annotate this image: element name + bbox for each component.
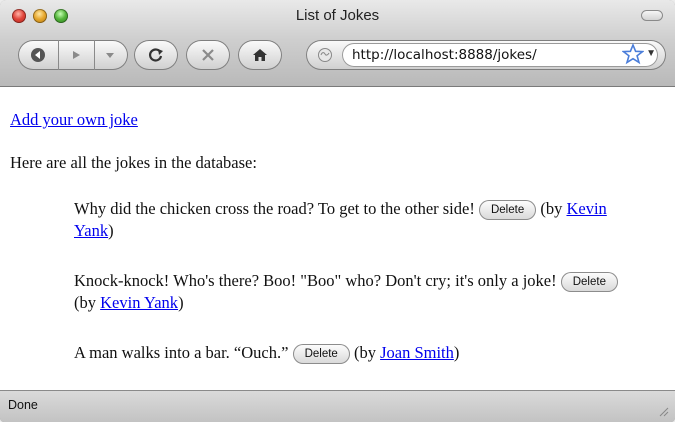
home-button[interactable] (238, 40, 282, 70)
jokes-intro-text: Here are all the jokes in the database: (10, 153, 257, 172)
author-link[interactable]: Joan Smith (380, 343, 454, 362)
browser-window: List of Jokes http://localhost:8888/joke… (0, 0, 675, 422)
address-bar: http://localhost:8888/jokes/ ▼ (306, 40, 666, 70)
joke-text: A man walks into a bar. “Ouch.” (74, 343, 289, 362)
url-field[interactable]: http://localhost:8888/jokes/ (342, 43, 658, 67)
joke-text: Knock-knock! Who's there? Boo! "Boo" who… (74, 271, 557, 290)
stop-icon (202, 49, 214, 61)
back-button[interactable] (18, 40, 59, 70)
resize-grip-icon[interactable] (657, 405, 669, 417)
joke-text: Why did the chicken cross the road? To g… (74, 199, 475, 218)
forward-button[interactable] (58, 40, 95, 70)
by-suffix: ) (108, 221, 114, 241)
title-bar: List of Jokes http://localhost:8888/joke… (0, 0, 675, 87)
url-dropdown-icon[interactable]: ▼ (646, 48, 656, 59)
history-dropdown-button[interactable] (95, 40, 125, 70)
history-dropdown-icon (106, 53, 114, 58)
joke-item: Why did the chicken cross the road? To g… (74, 198, 634, 242)
by-suffix: ) (178, 293, 184, 313)
author-link[interactable]: Kevin Yank (100, 293, 178, 312)
delete-button[interactable]: Delete (292, 344, 350, 365)
page-content: Add your own joke Here are all the jokes… (0, 87, 675, 390)
by-suffix: ) (453, 343, 460, 362)
delete-button[interactable]: Delete (478, 200, 537, 221)
by-prefix: (by (540, 199, 563, 218)
stop-button[interactable] (186, 40, 230, 70)
site-icon (318, 48, 332, 62)
window-title: List of Jokes (295, 7, 380, 24)
by-prefix: (by (353, 343, 376, 362)
navigation-button-group (18, 40, 128, 70)
home-icon (253, 49, 267, 61)
reload-icon (149, 48, 163, 62)
forward-icon (73, 51, 80, 59)
back-icon (31, 48, 45, 62)
joke-item: Knock-knock! Who's there? Boo! "Boo" who… (74, 270, 634, 314)
reload-button[interactable] (134, 40, 178, 70)
joke-item: A man walks into a bar. “Ouch.” Delete (… (74, 342, 634, 365)
status-bar: Done (0, 390, 675, 422)
toolbar-toggle-button[interactable] (641, 10, 663, 21)
by-prefix: (by (74, 293, 96, 313)
status-text: Done (8, 398, 38, 412)
delete-button[interactable]: Delete (560, 272, 618, 293)
bookmark-star-icon[interactable] (622, 43, 644, 65)
site-info-button[interactable] (310, 44, 340, 66)
add-joke-link[interactable]: Add your own joke (10, 110, 138, 130)
